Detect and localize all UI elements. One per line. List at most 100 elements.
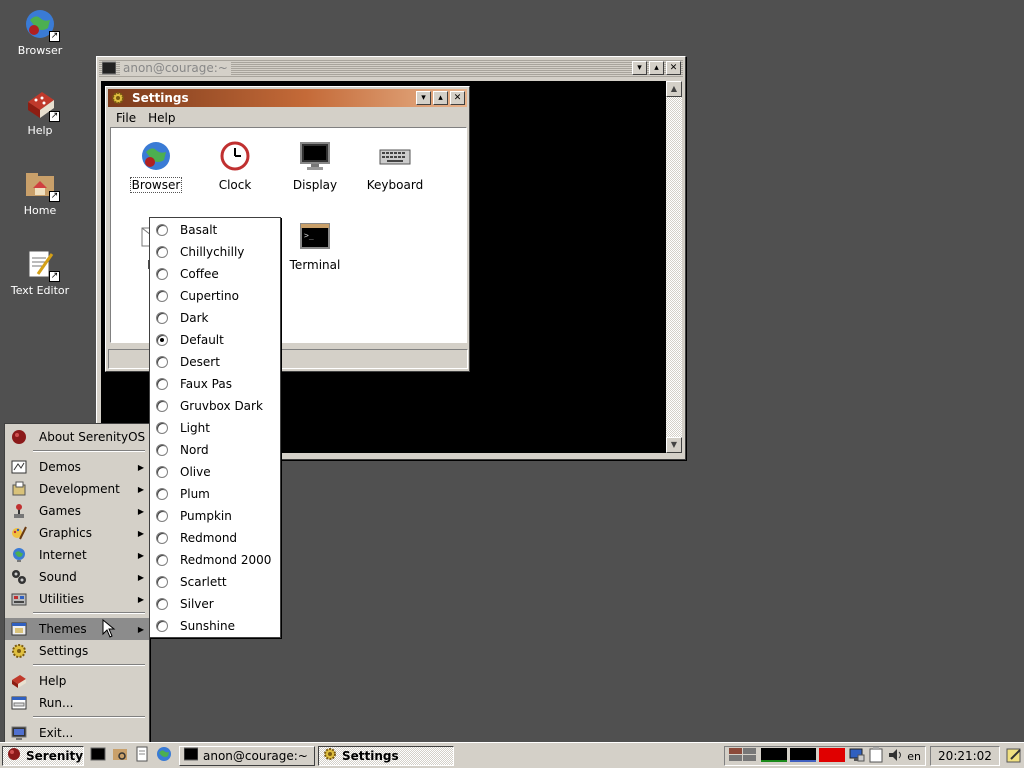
theme-item[interactable]: Sunshine [150, 615, 280, 637]
start-label: Serenity [26, 748, 84, 763]
network-icon[interactable] [849, 747, 865, 766]
menu-item-graphics[interactable]: Graphics ▶ [5, 522, 149, 544]
theme-label: Redmond 2000 [180, 553, 272, 567]
menu-help[interactable]: Help [142, 111, 181, 125]
close-button[interactable]: ✕ [450, 91, 465, 105]
desktop-icon-help[interactable]: ↗ Help [0, 88, 80, 137]
theme-item[interactable]: Desert [150, 351, 280, 373]
workspace-switcher-icon[interactable] [729, 747, 757, 765]
settings-titlebar[interactable]: Settings ▾ ▴ ✕ [108, 89, 467, 107]
desktop-icon-label: Help [27, 124, 53, 137]
radio-unchecked-icon [156, 598, 168, 610]
radio-unchecked-icon [156, 422, 168, 434]
settings-app-display[interactable]: Display [280, 140, 350, 192]
desktop-icon-label: Text Editor [10, 284, 70, 297]
menu-item-help[interactable]: Help [5, 670, 149, 692]
theme-item[interactable]: Nord [150, 439, 280, 461]
tray-applets: en [724, 746, 926, 766]
theme-item[interactable]: Light [150, 417, 280, 439]
terminal-titlebar[interactable]: anon@courage:~ ▾ ▴ ✕ [99, 59, 683, 77]
clipboard-icon[interactable] [869, 746, 883, 766]
cpu-graph-icon[interactable] [761, 747, 788, 765]
theme-item[interactable]: Gruvbox Dark [150, 395, 280, 417]
window-title: Settings [132, 91, 189, 105]
sound-icon [11, 569, 27, 585]
taskbar-task-terminal[interactable]: anon@courage:~ [179, 745, 315, 766]
theme-label: Light [180, 421, 210, 435]
desktop-icon-home[interactable]: ↗ Home [0, 168, 80, 217]
scroll-up-arrow-icon[interactable]: ▲ [666, 81, 682, 97]
quick-launch-terminal-icon[interactable] [90, 746, 106, 765]
theme-item[interactable]: Scarlett [150, 571, 280, 593]
app-label: Browser [129, 177, 183, 193]
vertical-scrollbar[interactable]: ▲ ▼ [666, 81, 682, 453]
home-folder-icon: ↗ [24, 168, 60, 202]
start-button[interactable]: Serenity [2, 745, 84, 766]
menu-item-settings[interactable]: Settings [5, 640, 149, 662]
theme-item[interactable]: Olive [150, 461, 280, 483]
memory-graph-icon[interactable] [790, 747, 817, 765]
theme-label: Chillychilly [180, 245, 245, 259]
settings-app-terminal[interactable]: >_ Terminal [280, 220, 350, 272]
notes-icon[interactable] [1006, 747, 1022, 766]
clock-box[interactable]: 20:21:02 [930, 746, 1000, 766]
utilities-icon [11, 591, 27, 607]
app-label: Terminal [289, 258, 341, 272]
menu-file[interactable]: File [110, 111, 142, 125]
keyboard-layout-indicator[interactable]: en [907, 750, 921, 763]
maximize-button[interactable]: ▴ [433, 91, 448, 105]
theme-item[interactable]: Dark [150, 307, 280, 329]
theme-item[interactable]: Pumpkin [150, 505, 280, 527]
settings-app-browser[interactable]: Browser [121, 140, 191, 193]
desktop-icon-browser[interactable]: ↗ Browser [0, 8, 80, 57]
menu-item-about[interactable]: About SerenityOS [5, 426, 149, 448]
volume-speaker-icon[interactable] [887, 747, 903, 766]
scroll-down-arrow-icon[interactable]: ▼ [666, 437, 682, 453]
theme-item[interactable]: Cupertino [150, 285, 280, 307]
settings-app-clock[interactable]: Clock [200, 140, 270, 192]
menu-item-exit[interactable]: Exit... [5, 722, 149, 744]
taskbar-task-settings[interactable]: Settings [318, 745, 454, 766]
theme-item[interactable]: Coffee [150, 263, 280, 285]
menu-item-internet[interactable]: Internet ▶ [5, 544, 149, 566]
menu-item-utilities[interactable]: Utilities ▶ [5, 588, 149, 610]
theme-item[interactable]: Redmond 2000 [150, 549, 280, 571]
menu-label: Graphics [39, 526, 92, 540]
theme-item[interactable]: Redmond [150, 527, 280, 549]
maximize-button[interactable]: ▴ [649, 61, 664, 75]
serenity-logo-icon [11, 429, 27, 445]
network-graph-icon[interactable] [819, 747, 846, 765]
minimize-button[interactable]: ▾ [416, 91, 431, 105]
theme-label: Nord [180, 443, 209, 457]
settings-app-keyboard[interactable]: Keyboard [360, 140, 430, 192]
settings-gear-icon [323, 747, 337, 764]
theme-item[interactable]: Plum [150, 483, 280, 505]
submenu-arrow-icon: ▶ [137, 572, 144, 582]
radio-unchecked-icon [156, 510, 168, 522]
quick-launch-text-editor-icon[interactable] [134, 746, 150, 765]
close-button[interactable]: ✕ [666, 61, 681, 75]
globe-icon [140, 140, 172, 172]
desktop-icon-text-editor[interactable]: ↗ Text Editor [0, 248, 80, 297]
help-book-icon: ↗ [24, 88, 60, 122]
theme-item[interactable]: Default [150, 329, 280, 351]
theme-item[interactable]: Silver [150, 593, 280, 615]
theme-item[interactable]: Chillychilly [150, 241, 280, 263]
menu-item-development[interactable]: Development ▶ [5, 478, 149, 500]
menu-item-run[interactable]: Run... [5, 692, 149, 714]
quick-launch-file-manager-icon[interactable] [112, 746, 128, 765]
submenu-arrow-icon: ▶ [137, 528, 144, 538]
menu-item-sound[interactable]: Sound ▶ [5, 566, 149, 588]
menu-item-demos[interactable]: Demos ▶ [5, 456, 149, 478]
submenu-arrow-icon: ▶ [137, 462, 144, 472]
themes-submenu: Basalt Chillychilly Coffee Cupertino Dark Def… [149, 217, 281, 638]
minimize-button[interactable]: ▾ [632, 61, 647, 75]
menu-item-themes[interactable]: Themes ▶ [5, 618, 149, 640]
theme-item[interactable]: Basalt [150, 219, 280, 241]
window-title: anon@courage:~ [120, 61, 231, 75]
development-icon [11, 481, 27, 497]
theme-item[interactable]: Faux Pas [150, 373, 280, 395]
system-tray: en 20:21:02 [724, 746, 1022, 766]
quick-launch-browser-icon[interactable] [156, 746, 172, 765]
menu-item-games[interactable]: Games ▶ [5, 500, 149, 522]
